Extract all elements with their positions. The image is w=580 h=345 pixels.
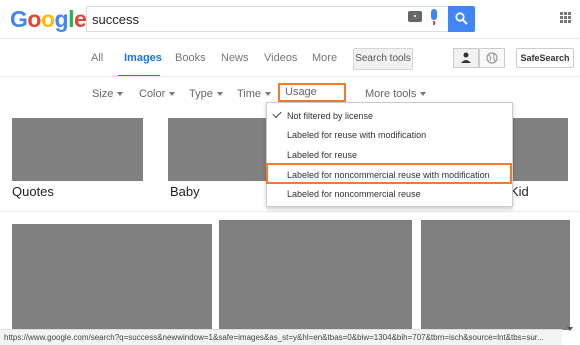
color-filter[interactable]: Color bbox=[139, 88, 176, 100]
search-input[interactable] bbox=[92, 10, 392, 28]
image-caption-baby[interactable]: Baby bbox=[170, 184, 200, 199]
size-filter-label: Size bbox=[92, 88, 114, 100]
search-box[interactable] bbox=[86, 6, 448, 32]
chevron-down-icon bbox=[420, 92, 427, 97]
apps-grid-icon[interactable] bbox=[560, 12, 572, 24]
tab-all[interactable]: All bbox=[91, 52, 103, 64]
chevron-down-icon bbox=[117, 92, 124, 97]
search-tools-button[interactable]: Search tools bbox=[353, 48, 413, 70]
chevron-down-icon bbox=[169, 92, 176, 97]
image-result[interactable] bbox=[168, 118, 268, 181]
menu-item-not-filtered[interactable]: Not filtered by license bbox=[267, 106, 512, 126]
tab-images[interactable]: Images bbox=[124, 52, 162, 64]
microphone-icon[interactable] bbox=[431, 9, 437, 25]
private-results-button[interactable] bbox=[453, 48, 479, 68]
camera-icon[interactable] bbox=[408, 11, 422, 22]
type-filter[interactable]: Type bbox=[189, 88, 223, 100]
safesearch-button[interactable]: SafeSearch bbox=[516, 48, 574, 68]
menu-item-reuse[interactable]: Labeled for reuse bbox=[267, 145, 512, 165]
type-filter-label: Type bbox=[189, 88, 213, 100]
chevron-down-icon bbox=[216, 92, 223, 97]
usage-rights-menu: Not filtered by license Labeled for reus… bbox=[266, 102, 513, 207]
scroll-down-arrow-icon[interactable] bbox=[566, 320, 574, 331]
checkmark-icon bbox=[272, 108, 282, 119]
header-divider bbox=[0, 38, 580, 39]
tab-videos[interactable]: Videos bbox=[264, 52, 297, 64]
more-tools-label: More tools bbox=[365, 88, 417, 100]
image-result[interactable] bbox=[510, 118, 568, 181]
time-filter-label: Time bbox=[237, 88, 262, 100]
usage-rights-filter[interactable]: Usage rights bbox=[278, 83, 346, 113]
tab-more-label: More bbox=[312, 52, 338, 64]
image-caption-quotes[interactable]: Quotes bbox=[12, 184, 54, 199]
tab-books[interactable]: Books bbox=[175, 52, 206, 64]
more-tools-filter[interactable]: More tools bbox=[365, 88, 427, 100]
status-bar-url: https://www.google.com/search?q=success&… bbox=[0, 329, 562, 345]
person-icon bbox=[461, 52, 471, 63]
tab-news[interactable]: News bbox=[221, 52, 249, 64]
tab-more[interactable]: More bbox=[312, 52, 348, 108]
highlight-box bbox=[266, 163, 512, 184]
search-icon bbox=[455, 12, 468, 25]
chevron-down-icon bbox=[265, 92, 272, 97]
image-result[interactable] bbox=[12, 224, 212, 330]
menu-item-noncommercial-reuse[interactable]: Labeled for noncommercial reuse bbox=[267, 184, 512, 204]
menu-item-reuse-with-modification[interactable]: Labeled for reuse with modification bbox=[267, 125, 512, 145]
image-result[interactable] bbox=[12, 118, 143, 181]
nav-divider bbox=[0, 76, 580, 77]
results-divider bbox=[0, 211, 580, 212]
search-button[interactable] bbox=[448, 6, 475, 32]
menu-item-label: Not filtered by license bbox=[287, 111, 374, 121]
image-result[interactable] bbox=[219, 220, 412, 330]
globe-icon bbox=[486, 52, 498, 64]
image-result[interactable] bbox=[421, 220, 570, 330]
time-filter[interactable]: Time bbox=[237, 88, 272, 100]
public-results-button[interactable] bbox=[479, 48, 505, 68]
color-filter-label: Color bbox=[139, 88, 166, 100]
google-logo[interactable]: Google bbox=[10, 6, 87, 33]
size-filter[interactable]: Size bbox=[92, 88, 124, 100]
